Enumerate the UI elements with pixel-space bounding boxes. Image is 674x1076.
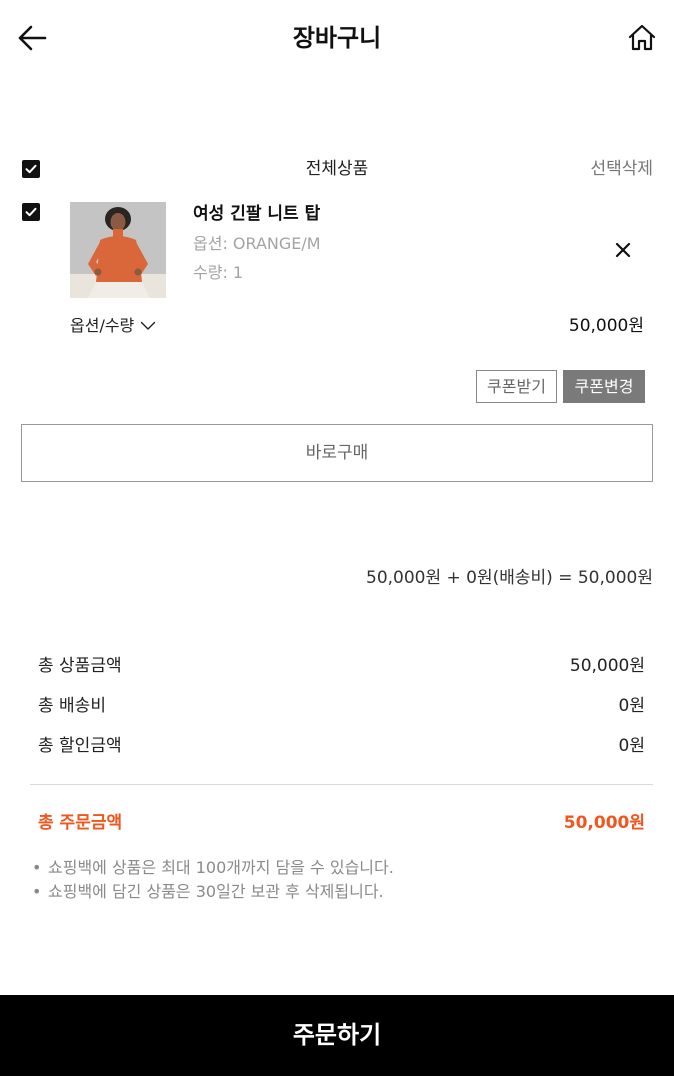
- notice-text: 쇼핑백에 상품은 최대 100개까지 담을 수 있습니다.: [48, 858, 394, 877]
- check-icon: [25, 207, 37, 217]
- home-icon[interactable]: [626, 22, 658, 54]
- summary-row-discount: 총 할인금액 0원: [38, 734, 645, 758]
- divider: [30, 784, 653, 785]
- summary-value: 0원: [618, 696, 645, 716]
- select-all-label: 전체상품: [305, 159, 369, 179]
- buy-now-button[interactable]: 바로구매: [21, 424, 653, 482]
- notice-item: • 쇼핑백에 상품은 최대 100개까지 담을 수 있습니다.: [32, 857, 394, 879]
- close-icon[interactable]: [612, 239, 634, 261]
- notice-text: 쇼핑백에 담긴 상품은 30일간 보관 후 삭제됩니다.: [48, 882, 384, 901]
- notice-item: • 쇼핑백에 담긴 상품은 30일간 보관 후 삭제됩니다.: [32, 881, 384, 903]
- header: 장바구니: [0, 0, 674, 76]
- summary-value: 0원: [618, 736, 645, 756]
- item-checkbox[interactable]: [22, 203, 40, 221]
- page-title: 장바구니: [292, 24, 382, 52]
- item-price: 50,000원: [568, 316, 644, 336]
- product-option: 옵션: ORANGE/M: [193, 234, 321, 253]
- coupon-get-button[interactable]: 쿠폰받기: [476, 370, 557, 403]
- summary-label: 총 할인금액: [38, 736, 122, 756]
- product-name[interactable]: 여성 긴팔 니트 탑: [193, 202, 320, 226]
- summary-value: 50,000원: [569, 656, 645, 676]
- summary-row-product-total: 총 상품금액 50,000원: [38, 654, 645, 678]
- option-quantity-label: 옵션/수량: [70, 316, 135, 335]
- delete-selected-button[interactable]: 선택삭제: [590, 157, 653, 181]
- coupon-change-button[interactable]: 쿠폰변경: [563, 370, 645, 403]
- product-image[interactable]: [70, 202, 166, 298]
- price-formula: 50,000원 + 0원(배송비) = 50,000원: [366, 568, 653, 588]
- product-quantity: 수량: 1: [193, 263, 244, 282]
- summary-label: 총 상품금액: [38, 656, 122, 676]
- option-quantity-toggle[interactable]: 옵션/수량: [70, 314, 156, 338]
- order-total-value: 50,000원: [563, 813, 645, 833]
- chevron-down-icon: [141, 321, 156, 330]
- order-button[interactable]: 주문하기: [0, 995, 674, 1076]
- summary-label: 총 배송비: [38, 696, 106, 716]
- bullet-icon: •: [32, 858, 42, 877]
- order-total-label: 총 주문금액: [38, 813, 123, 833]
- bullet-icon: •: [32, 882, 42, 901]
- cart-page: 장바구니 전체상품 선택삭제 여성 긴팔 니트 탑 옵션: ORANGE/M 수…: [0, 0, 674, 1076]
- order-total-row: 총 주문금액 50,000원: [38, 811, 645, 835]
- summary-row-shipping: 총 배송비 0원: [38, 694, 645, 718]
